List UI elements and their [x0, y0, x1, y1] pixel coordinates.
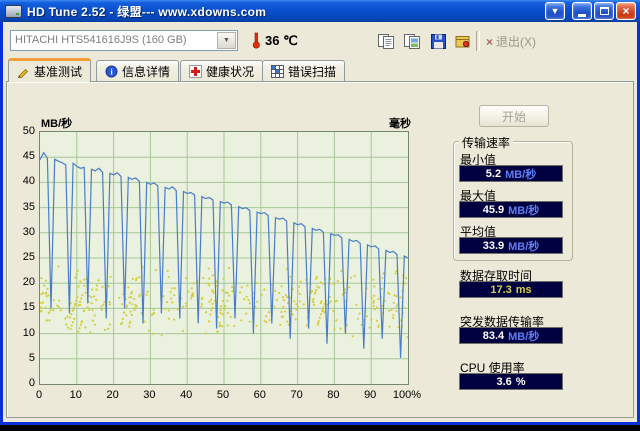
y-axis-tick: 35 [22, 200, 35, 213]
y-axis-tick: 5 [28, 351, 35, 364]
max-value: 45.9 [482, 203, 505, 216]
exit-label: 退出(X) [496, 35, 537, 49]
benchmark-icon [17, 65, 30, 78]
x-axis-tick: 50 [216, 389, 230, 401]
start-button[interactable]: 开始 [479, 105, 549, 127]
y-axis-tick: 0 [28, 377, 35, 389]
start-button-label: 开始 [501, 109, 526, 124]
scan-grid-icon [271, 64, 284, 78]
minimize-icon [578, 14, 586, 17]
x-axis-tick: 0 [35, 389, 43, 401]
exit-button[interactable]: × 退出(X) [486, 33, 536, 50]
benchmark-plot [39, 131, 409, 385]
transfer-rate-group-title: 传输速率 [459, 134, 514, 151]
x-axis-tick: 80 [327, 389, 340, 401]
y-axis-tick: 25 [22, 251, 35, 263]
cpu-usage-value: 3.6 [496, 375, 512, 388]
tab-label: 健康状况 [206, 64, 255, 79]
y-axis-tick: 40 [22, 175, 35, 188]
access-time-unit: ms [515, 283, 532, 296]
benchmark-tab-page: MB/秒 毫秒 开始 传输速率 最小值 5.2 MB/秒 最大值 45.9 MB… [6, 81, 634, 418]
title-buttons: ▼ × [545, 2, 636, 20]
min-unit: MB/秒 [505, 168, 537, 181]
drive-selector-value: HITACHI HTS541616J9S (160 GB) [15, 34, 187, 46]
temperature-readout: 36 ℃ [265, 33, 298, 48]
burst-rate-value: 83.4 [482, 329, 505, 342]
export-button[interactable] [451, 31, 473, 51]
burst-rate-value-box: 83.4 MB/秒 [459, 327, 563, 344]
toolbar-separator [476, 31, 480, 51]
thermometer-icon [252, 32, 261, 54]
y-axis-tick: 45 [22, 150, 35, 163]
access-time-value-box: 17.3 ms [459, 281, 563, 298]
minimize-button[interactable] [572, 2, 592, 20]
app-icon [5, 4, 22, 18]
right-axis-label: 毫秒 [389, 118, 411, 130]
app-window: HD Tune 2.52 - 绿盟--- www.xdowns.com ▼ × … [0, 0, 640, 431]
max-value-box: 45.9 MB/秒 [459, 201, 563, 218]
x-axis-tick: 60 [253, 389, 266, 401]
save-button[interactable] [427, 31, 449, 51]
tab-benchmark[interactable]: 基准测试 [8, 58, 92, 82]
copy-text-button[interactable] [375, 31, 397, 51]
left-axis-label: MB/秒 [41, 118, 73, 130]
access-time-value: 17.3 [490, 283, 512, 296]
tab-label: 错误扫描 [288, 64, 337, 79]
tab-health[interactable]: 健康状况 [180, 60, 264, 81]
close-button[interactable]: × [616, 2, 636, 20]
x-axis-tick: 90 [364, 389, 377, 401]
drive-selector[interactable]: HITACHI HTS541616J9S (160 GB) ▼ [10, 30, 238, 51]
maximize-button[interactable] [594, 2, 614, 20]
download-icon: ▼ [550, 6, 560, 16]
title-bar: HD Tune 2.52 - 绿盟--- www.xdowns.com ▼ × [0, 0, 640, 22]
x-axis-tick: 10 [69, 389, 82, 401]
client-area: HITACHI HTS541616J9S (160 GB) ▼ 36 ℃ × 退… [3, 22, 637, 422]
cpu-usage-value-box: 3.6 % [459, 373, 563, 390]
maximize-icon [599, 7, 609, 15]
copy-image-icon [404, 33, 420, 49]
x-axis-tick: 100% [392, 389, 422, 401]
copy-text-icon [378, 33, 394, 49]
tab-label: 信息详情 [122, 64, 171, 79]
info-icon: i [105, 65, 118, 78]
health-cross-icon [189, 64, 202, 78]
download-button[interactable]: ▼ [545, 2, 565, 20]
y-axis-tick: 20 [22, 276, 35, 289]
x-axis-tick: 30 [143, 389, 156, 401]
min-value-box: 5.2 MB/秒 [459, 165, 563, 182]
copy-image-button[interactable] [401, 31, 423, 51]
avg-unit: MB/秒 [508, 240, 540, 253]
window-title: HD Tune 2.52 - 绿盟--- www.xdowns.com [27, 4, 267, 19]
x-axis-tick: 40 [180, 389, 193, 401]
chevron-down-icon[interactable]: ▼ [217, 32, 236, 49]
burst-rate-unit: MB/秒 [508, 330, 540, 343]
avg-value: 33.9 [482, 239, 505, 252]
save-icon [430, 33, 446, 49]
y-axis-tick: 30 [22, 225, 35, 238]
y-axis-tick: 10 [22, 326, 35, 339]
close-icon: × [622, 4, 630, 18]
avg-value-box: 33.9 MB/秒 [459, 237, 563, 254]
export-icon [455, 35, 469, 47]
min-value: 5.2 [485, 167, 502, 180]
tab-label: 基准测试 [34, 65, 83, 79]
max-unit: MB/秒 [508, 204, 540, 217]
tab-error-scan[interactable]: 错误扫描 [262, 60, 346, 81]
y-axis-tick: 15 [22, 301, 35, 314]
exit-icon: × [486, 34, 494, 49]
y-axis-tick: 50 [22, 125, 35, 137]
x-axis-tick: 70 [290, 389, 303, 401]
x-axis-tick: 20 [106, 389, 119, 401]
cpu-usage-unit: % [515, 375, 526, 388]
tab-info[interactable]: i 信息详情 [96, 60, 180, 81]
